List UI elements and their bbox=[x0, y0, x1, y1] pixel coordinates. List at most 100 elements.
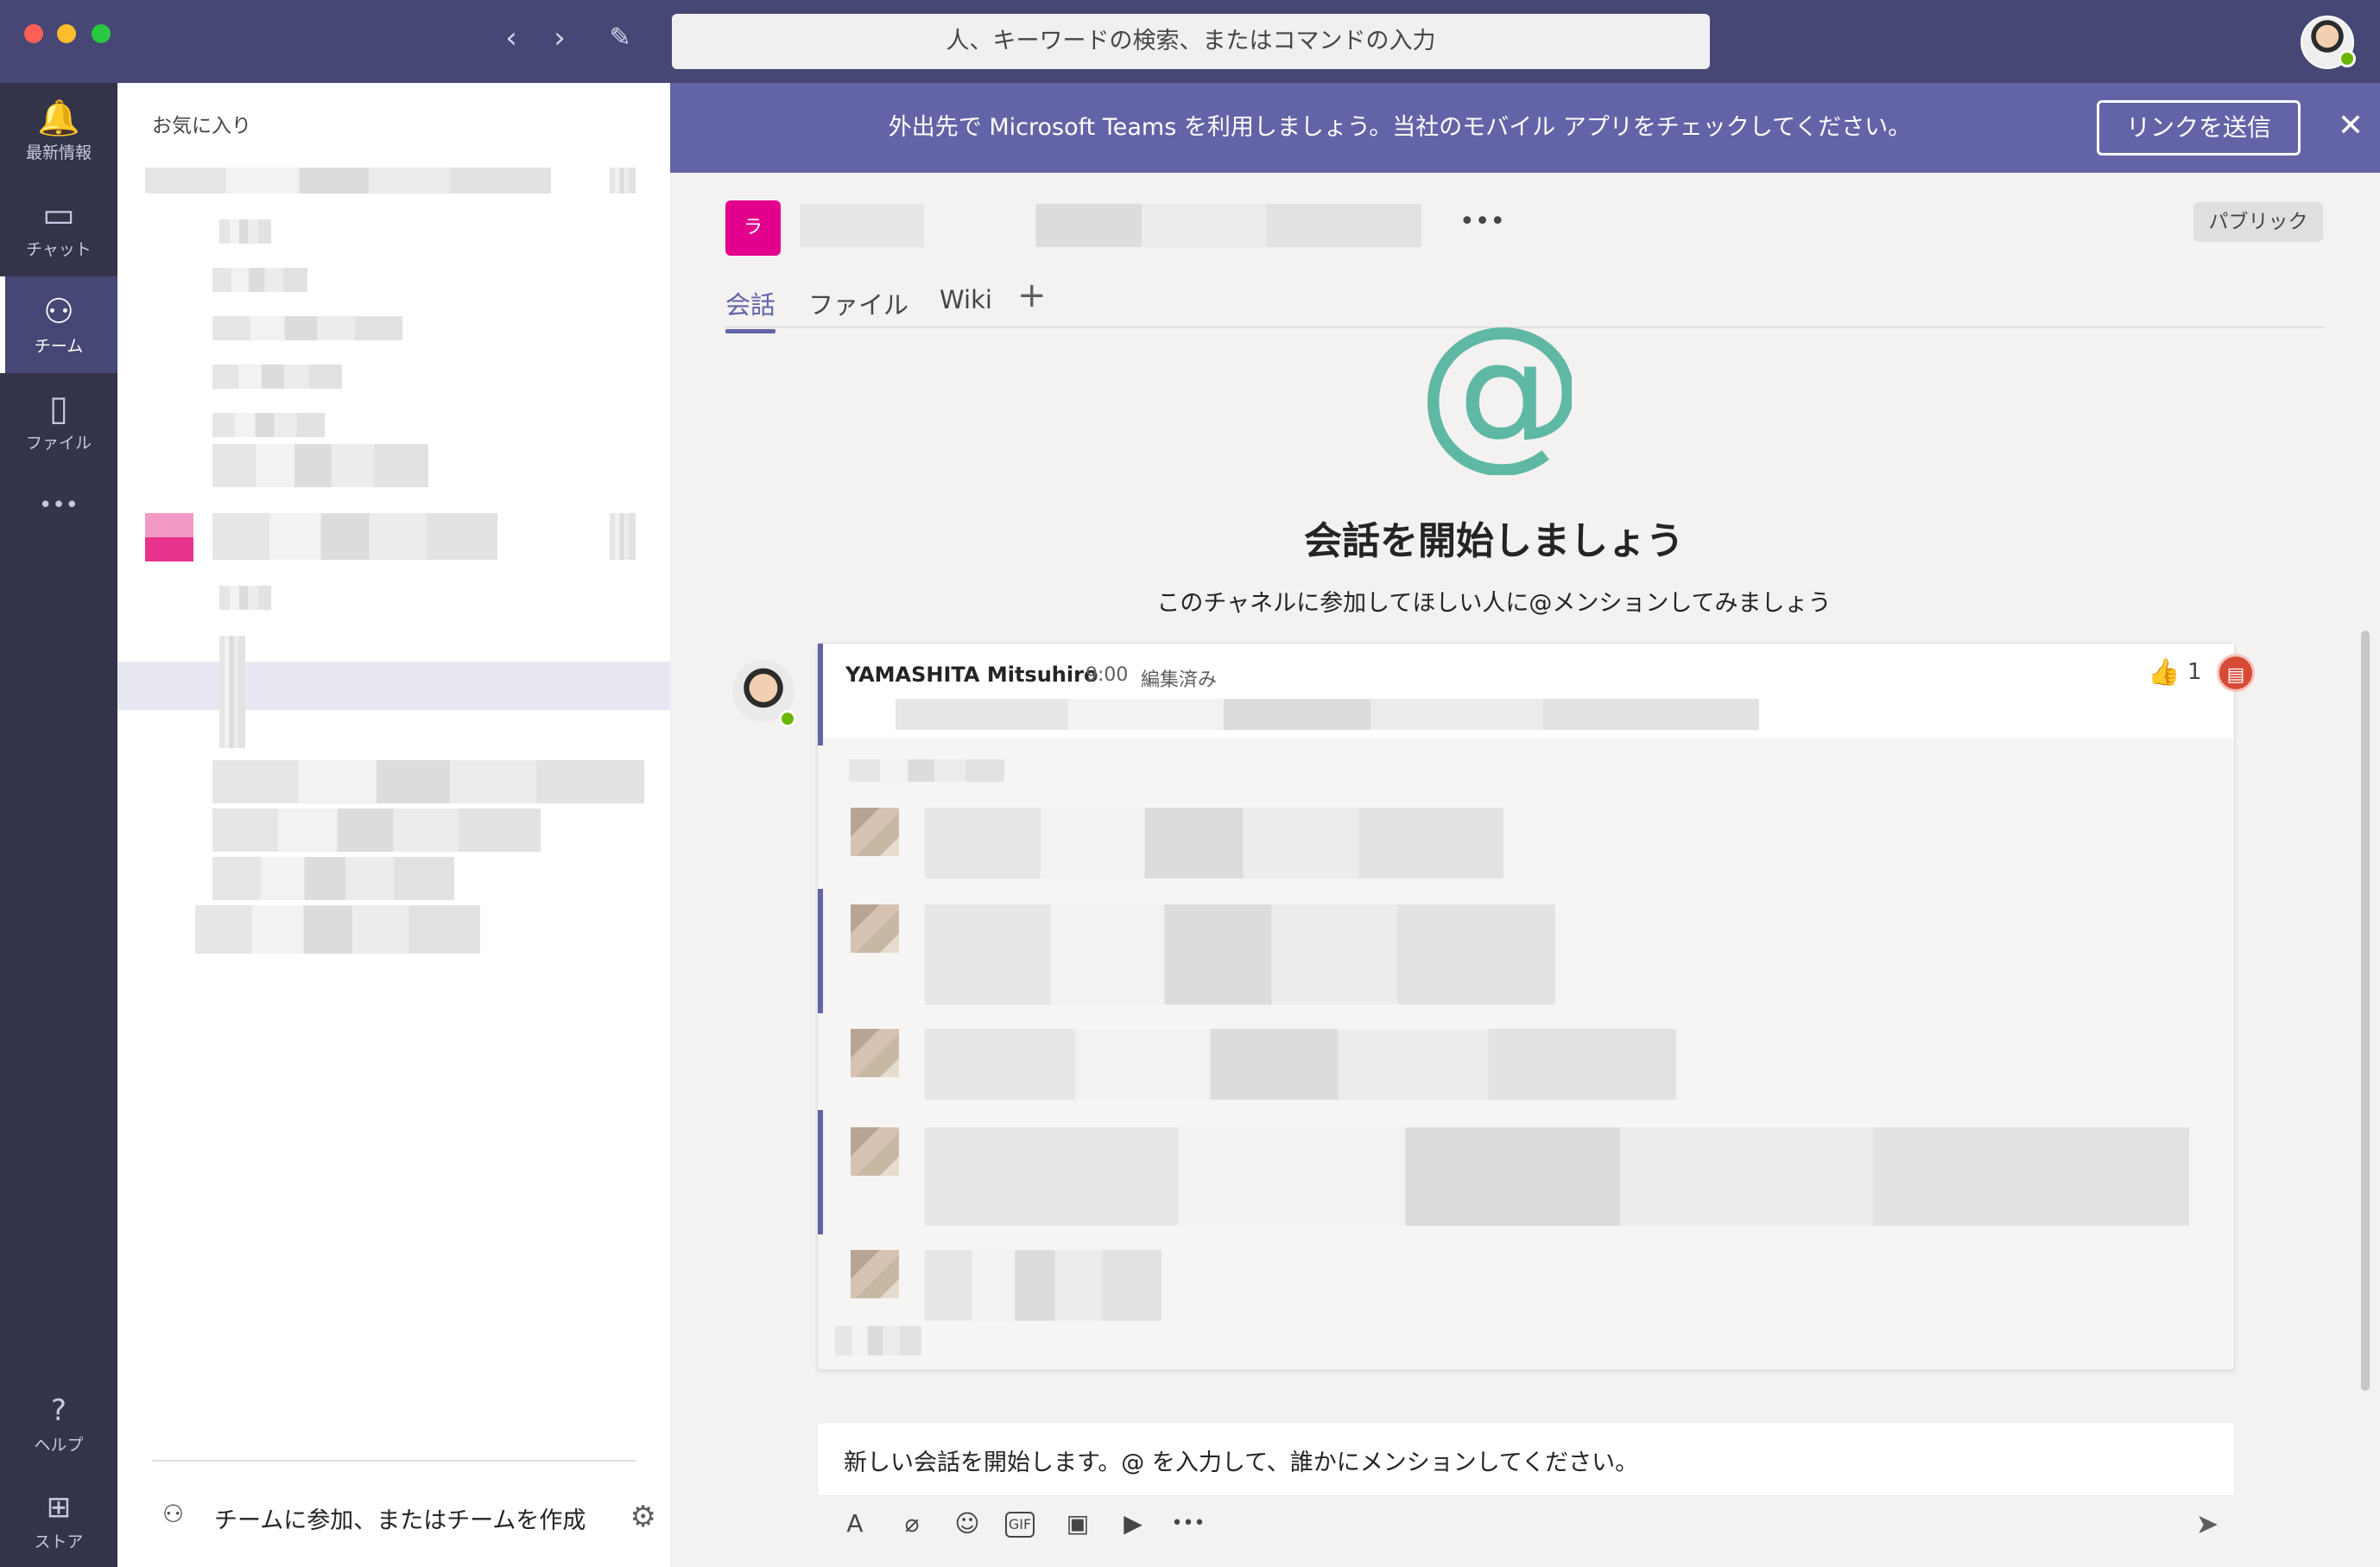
reply-body-redacted bbox=[925, 808, 1503, 879]
mention-illustration-icon: @ bbox=[1416, 320, 1572, 475]
rail-activity[interactable]: 🔔 最新情報 bbox=[0, 83, 117, 180]
reply-avatar-redacted[interactable] bbox=[851, 1250, 899, 1298]
gif-icon[interactable]: GIF bbox=[1005, 1512, 1035, 1538]
file-icon: ▯ bbox=[48, 389, 68, 428]
channel-item-redacted[interactable] bbox=[212, 760, 644, 803]
reply-body-redacted bbox=[925, 1127, 2189, 1226]
team-more-redacted[interactable] bbox=[610, 168, 636, 193]
like-count: 1 bbox=[2187, 659, 2202, 685]
rail-store[interactable]: ⊞ ストア bbox=[0, 1472, 117, 1567]
format-icon[interactable]: A bbox=[838, 1507, 872, 1541]
divider bbox=[152, 1460, 636, 1462]
rail-label: チーム bbox=[34, 337, 84, 356]
tab-conversations[interactable]: 会話 bbox=[725, 285, 776, 333]
tab-files[interactable]: ファイル bbox=[808, 285, 908, 321]
message-root: YAMASHITA Mitsuhiro 9:00 編集済み 👍 1 ▤ bbox=[818, 644, 2255, 745]
channel-item-selected[interactable] bbox=[117, 662, 670, 710]
reply-link-redacted[interactable] bbox=[835, 1326, 921, 1355]
collapsed-replies-redacted[interactable] bbox=[849, 759, 1004, 782]
search-input[interactable]: 人、キーワードの検索、またはコマンドの入力 bbox=[672, 14, 1710, 69]
back-icon[interactable]: ‹ bbox=[492, 19, 530, 57]
channel-item-redacted[interactable] bbox=[212, 316, 402, 340]
rail-label: ヘルプ bbox=[34, 1436, 84, 1455]
rail-chat[interactable]: ▭ チャット bbox=[0, 180, 117, 276]
new-chat-icon[interactable]: ✎ bbox=[601, 19, 639, 57]
compose-input[interactable]: 新しい会話を開始します。@ を入力して、誰かにメンションしてください。 bbox=[817, 1422, 2235, 1496]
close-icon[interactable]: ✕ bbox=[2332, 107, 2370, 145]
emoji-icon[interactable]: ☺ bbox=[950, 1507, 984, 1541]
message-author[interactable]: YAMASHITA Mitsuhiro bbox=[845, 663, 1098, 687]
mobile-app-banner: 外出先で Microsoft Teams を利用しましょう。当社のモバイル アプ… bbox=[670, 83, 2380, 173]
team-item-redacted[interactable] bbox=[145, 168, 551, 193]
channel-item-redacted[interactable] bbox=[212, 365, 342, 389]
bell-icon: 🔔 bbox=[37, 98, 80, 138]
rail-files[interactable]: ▯ ファイル bbox=[0, 373, 117, 470]
channel-item-redacted[interactable] bbox=[219, 219, 271, 244]
channel-item-redacted[interactable] bbox=[212, 809, 541, 852]
rail-label: ファイル bbox=[25, 434, 92, 453]
add-team-icon: ⚇ bbox=[162, 1500, 185, 1528]
empty-state-title: 会話を開始しましょう bbox=[1304, 519, 1684, 563]
minimize-window-button[interactable] bbox=[57, 24, 76, 43]
join-create-team[interactable]: ⚇ チームに参加、またはチームを作成 ⚙ bbox=[162, 1500, 656, 1538]
rail-teams[interactable]: ⚇ チーム bbox=[0, 276, 117, 373]
channel-more-icon[interactable]: ••• bbox=[1459, 209, 1505, 240]
presence-available-icon bbox=[2339, 50, 2356, 67]
reply-avatar-redacted[interactable] bbox=[851, 1127, 899, 1176]
team-item-redacted[interactable] bbox=[212, 513, 497, 560]
close-window-button[interactable] bbox=[24, 24, 43, 43]
redacted-text bbox=[800, 204, 1421, 247]
channel-item-redacted[interactable] bbox=[212, 857, 454, 900]
forward-icon[interactable]: › bbox=[541, 19, 579, 57]
chat-icon: ▭ bbox=[42, 195, 75, 235]
reply-highlight bbox=[818, 1110, 823, 1234]
teams-pane: お気に入り ⚇ チームに参加、またはチームを作成 ⚙ bbox=[117, 83, 670, 1567]
rail-more[interactable]: ••• bbox=[0, 470, 117, 539]
tab-wiki[interactable]: Wiki bbox=[940, 285, 992, 314]
reply-avatar-redacted[interactable] bbox=[851, 904, 899, 953]
channel-item-redacted[interactable] bbox=[219, 636, 245, 748]
app-rail: 🔔 最新情報 ▭ チャット ⚇ チーム ▯ ファイル ••• ? ヘルプ ⊞ ス… bbox=[0, 83, 117, 1567]
channel-item-redacted[interactable] bbox=[212, 413, 325, 437]
reply-avatar-redacted[interactable] bbox=[851, 1029, 899, 1077]
banner-text: 外出先で Microsoft Teams を利用しましょう。当社のモバイル アプ… bbox=[888, 114, 1912, 141]
send-link-button[interactable]: リンクを送信 bbox=[2097, 100, 2301, 155]
rail-help[interactable]: ? ヘルプ bbox=[0, 1375, 117, 1472]
title-bar: ‹ › ✎ 人、キーワードの検索、またはコマンドの入力 bbox=[0, 0, 2380, 83]
channel-title-redacted bbox=[800, 200, 1421, 249]
favorites-header: お気に入り bbox=[152, 115, 251, 137]
reply-body-redacted bbox=[925, 1250, 1162, 1321]
compose-placeholder: 新しい会話を開始します。@ を入力して、誰かにメンションしてください。 bbox=[844, 1450, 1639, 1476]
scrollbar[interactable] bbox=[2361, 631, 2370, 1391]
rail-label: チャット bbox=[26, 240, 92, 259]
maximize-window-button[interactable] bbox=[92, 24, 111, 43]
attach-icon[interactable]: ⌀ bbox=[895, 1507, 929, 1541]
help-icon: ? bbox=[50, 1393, 67, 1428]
rail-label: ストア bbox=[34, 1532, 84, 1551]
reply-body-redacted bbox=[925, 904, 1555, 1005]
add-tab-icon[interactable]: + bbox=[1017, 278, 1047, 313]
team-avatar-redacted bbox=[145, 537, 193, 561]
reply-body-redacted bbox=[925, 1029, 1676, 1100]
channel-item-redacted[interactable] bbox=[195, 905, 480, 954]
presence-available-icon bbox=[779, 710, 796, 727]
join-create-label: チームに参加、またはチームを作成 bbox=[214, 1507, 586, 1534]
channel-item-redacted[interactable] bbox=[212, 268, 307, 292]
message-thread: YAMASHITA Mitsuhiro 9:00 編集済み 👍 1 ▤ bbox=[817, 643, 2255, 1370]
public-badge: パブリック bbox=[2193, 202, 2323, 242]
rail-label: 最新情報 bbox=[25, 143, 92, 162]
reply-avatar-redacted[interactable] bbox=[851, 808, 899, 856]
card-icon[interactable]: ▤ bbox=[2217, 654, 2255, 692]
gear-icon[interactable]: ⚙ bbox=[630, 1500, 656, 1534]
meet-now-icon[interactable]: ▶ bbox=[1116, 1507, 1150, 1541]
send-icon[interactable]: ➤ bbox=[2187, 1507, 2228, 1541]
more-options-icon[interactable]: ••• bbox=[1171, 1507, 1206, 1541]
channel-item-redacted[interactable] bbox=[219, 586, 271, 610]
team-more-redacted[interactable] bbox=[610, 513, 636, 560]
channel-item-redacted[interactable] bbox=[212, 444, 428, 487]
teams-icon: ⚇ bbox=[43, 292, 74, 332]
like-icon[interactable]: 👍 bbox=[2148, 657, 2180, 688]
sticker-icon[interactable]: ▣ bbox=[1060, 1507, 1095, 1541]
message-body-redacted bbox=[896, 699, 1759, 730]
store-icon: ⊞ bbox=[46, 1490, 72, 1525]
